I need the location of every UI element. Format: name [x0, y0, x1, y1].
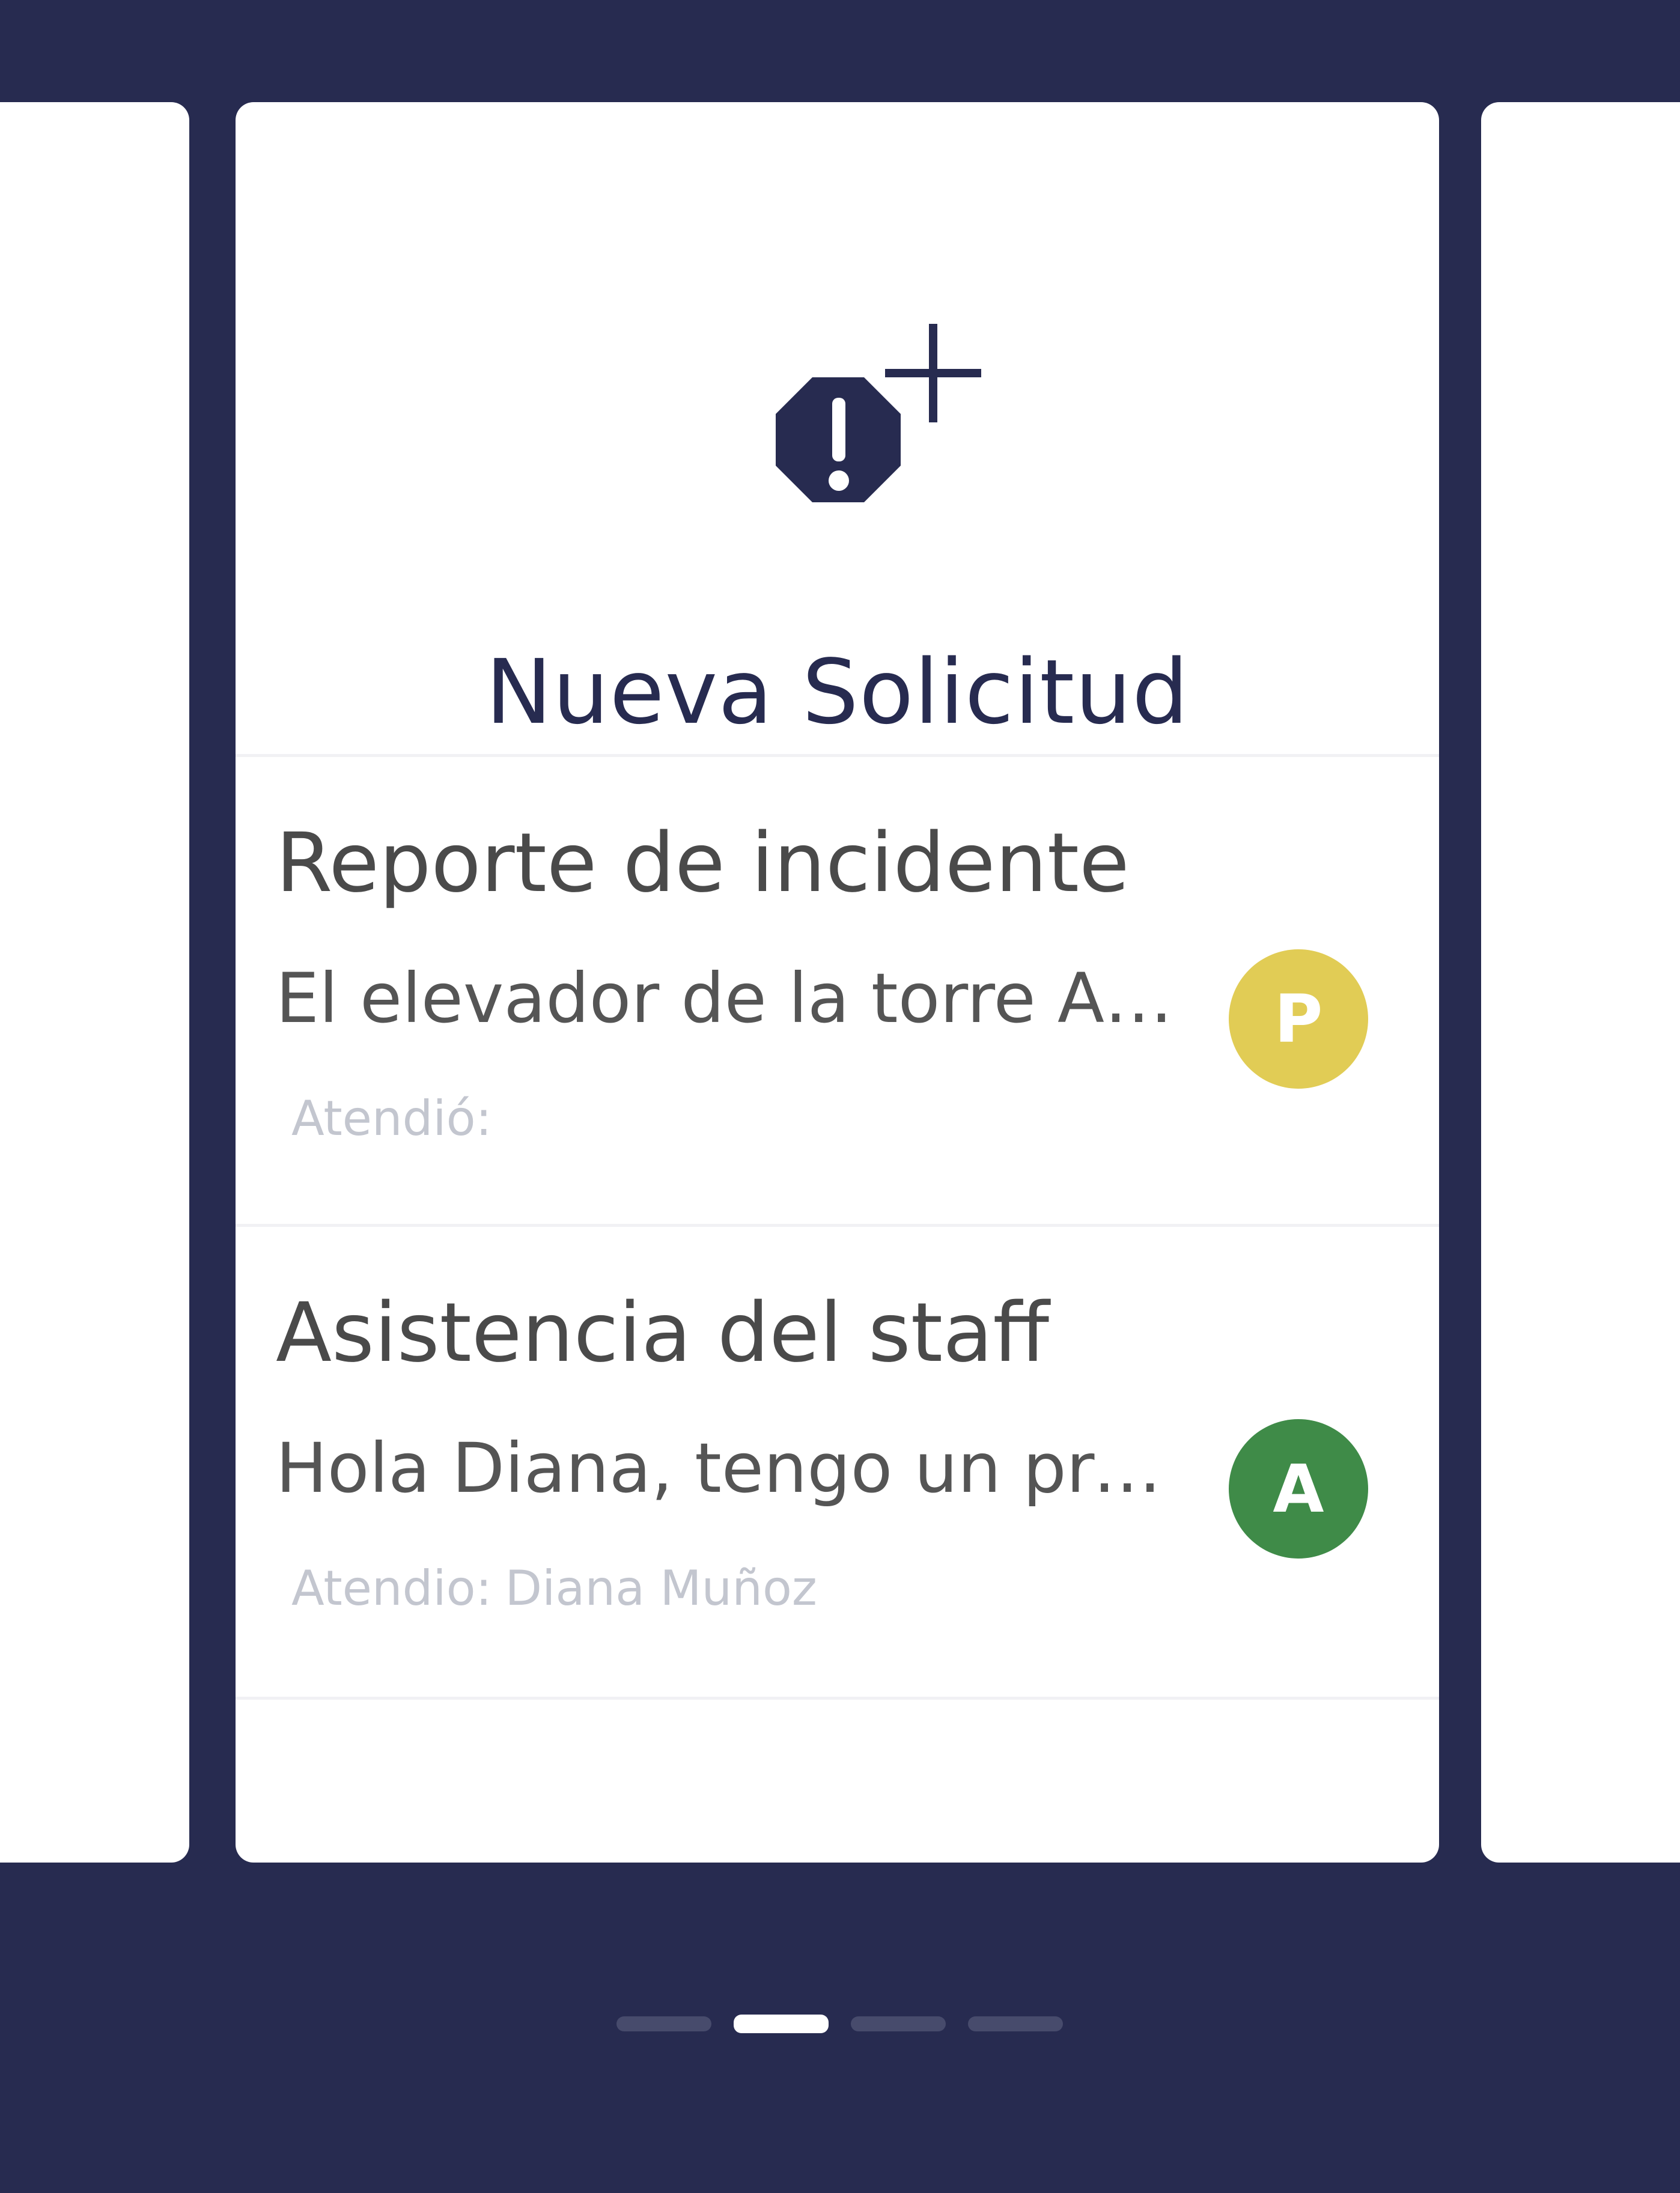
- page-dot[interactable]: [734, 2015, 829, 2033]
- request-item[interactable]: Reporte de incidente El elevador de la t…: [236, 754, 1439, 1227]
- page-indicator: [616, 2015, 1064, 2038]
- attended-by: Diana Muñoz: [505, 1560, 817, 1616]
- new-request-title: Nueva Solicitud: [485, 640, 1189, 744]
- page-dot[interactable]: [851, 2016, 946, 2031]
- requests-card: Nueva Solicitud Reporte de incidente El …: [236, 102, 1439, 1863]
- request-item[interactable]: Asistencia del staff Hola Diana, tengo u…: [236, 1224, 1439, 1700]
- request-preview: Hola Diana, tengo un prob...: [276, 1428, 1189, 1508]
- alert-octagon-plus-icon: [776, 324, 981, 502]
- page-dot[interactable]: [968, 2016, 1063, 2031]
- avatar: P: [1229, 949, 1368, 1089]
- request-title: Reporte de incidente: [276, 816, 1130, 911]
- attended-label: Atendio:: [291, 1560, 492, 1616]
- next-card-peek[interactable]: [1481, 102, 1680, 1863]
- request-attended: Atendió:: [291, 1086, 505, 1152]
- request-title: Asistencia del staff: [276, 1286, 1050, 1381]
- page-dot[interactable]: [616, 2016, 711, 2031]
- avatar: A: [1229, 1419, 1368, 1559]
- request-attended: Atendio: Diana Muñoz: [291, 1556, 817, 1622]
- previous-card-peek[interactable]: [0, 102, 189, 1863]
- attended-label: Atendió:: [291, 1090, 492, 1146]
- new-request-button[interactable]: Nueva Solicitud: [236, 102, 1439, 756]
- request-preview: El elevador de la torre A n...: [276, 958, 1189, 1038]
